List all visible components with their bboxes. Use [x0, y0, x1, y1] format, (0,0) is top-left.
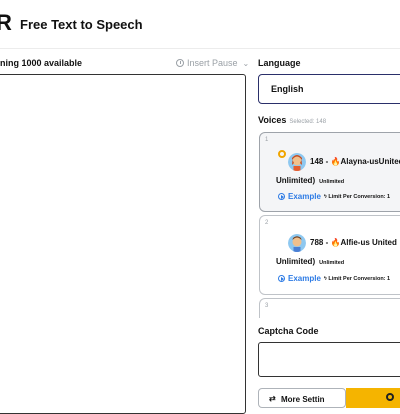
- app-header: R Free Text to Speech: [0, 0, 400, 49]
- voice-avatar: [288, 153, 306, 171]
- voice-unlimited-line: Unlimited) Unlimited: [276, 257, 345, 266]
- play-icon[interactable]: [278, 275, 285, 282]
- voice-example-row: Example ϟ Limit Per Conversion: 1: [278, 192, 390, 201]
- more-settings-button[interactable]: ⇄ More Settin: [258, 388, 346, 408]
- play-icon[interactable]: [278, 193, 285, 200]
- voice-name: 148 - 🔥Alayna-usUnited: [310, 157, 400, 166]
- voice-card-index: 2: [265, 220, 269, 226]
- settings-swap-icon: ⇄: [269, 394, 276, 403]
- text-input-area[interactable]: [0, 74, 246, 414]
- voice-card[interactable]: 3: [259, 298, 400, 318]
- captcha-label: Captcha Code: [258, 326, 319, 336]
- voice-avatar: [288, 234, 306, 252]
- voice-name: 788 - 🔥Alfie-us United: [310, 238, 397, 247]
- voices-label: Voices: [258, 115, 287, 125]
- language-select[interactable]: English: [258, 74, 400, 104]
- voices-selected-count: Selected: 148: [289, 119, 327, 125]
- chevron-down-icon: ⌄: [242, 58, 250, 68]
- limit-per-conversion: ϟ Limit Per Conversion: 1: [323, 275, 391, 282]
- characters-remaining: ning 1000 available: [0, 58, 83, 68]
- voice-card-index: 1: [265, 137, 269, 143]
- limit-per-conversion: ϟ Limit Per Conversion: 1: [323, 193, 391, 200]
- convert-button[interactable]: [346, 388, 400, 408]
- flame-icon: 🔥: [330, 157, 341, 166]
- app-logo[interactable]: R: [0, 10, 12, 36]
- voice-card-index: 3: [265, 303, 269, 309]
- voice-example-row: Example ϟ Limit Per Conversion: 1: [278, 274, 390, 283]
- insert-pause-label: Insert Pause: [187, 58, 238, 68]
- app-title: Free Text to Speech: [20, 17, 143, 32]
- voice-card[interactable]: 1 148 - 🔥Alayna-usUnited Unlimited) Unlim…: [259, 132, 400, 212]
- unlimited-badge: Unlimited: [319, 179, 345, 185]
- voice-radio-selected[interactable]: [278, 150, 286, 158]
- insert-pause-button[interactable]: Insert Pause ⌄: [176, 58, 249, 68]
- language-label: Language: [258, 58, 301, 68]
- example-link[interactable]: Example: [288, 274, 321, 283]
- captcha-input[interactable]: [258, 342, 400, 377]
- flame-icon: 🔥: [330, 238, 341, 247]
- clock-icon: [176, 59, 184, 67]
- voices-heading: Voices Selected: 148: [258, 115, 326, 125]
- example-link[interactable]: Example: [288, 192, 321, 201]
- voice-card[interactable]: 2 788 - 🔥Alfie-us United Unlimited) Unlim…: [259, 215, 400, 295]
- language-selected-value: English: [271, 84, 304, 94]
- voice-unlimited-line: Unlimited) Unlimited: [276, 176, 345, 185]
- unlimited-badge: Unlimited: [319, 260, 345, 266]
